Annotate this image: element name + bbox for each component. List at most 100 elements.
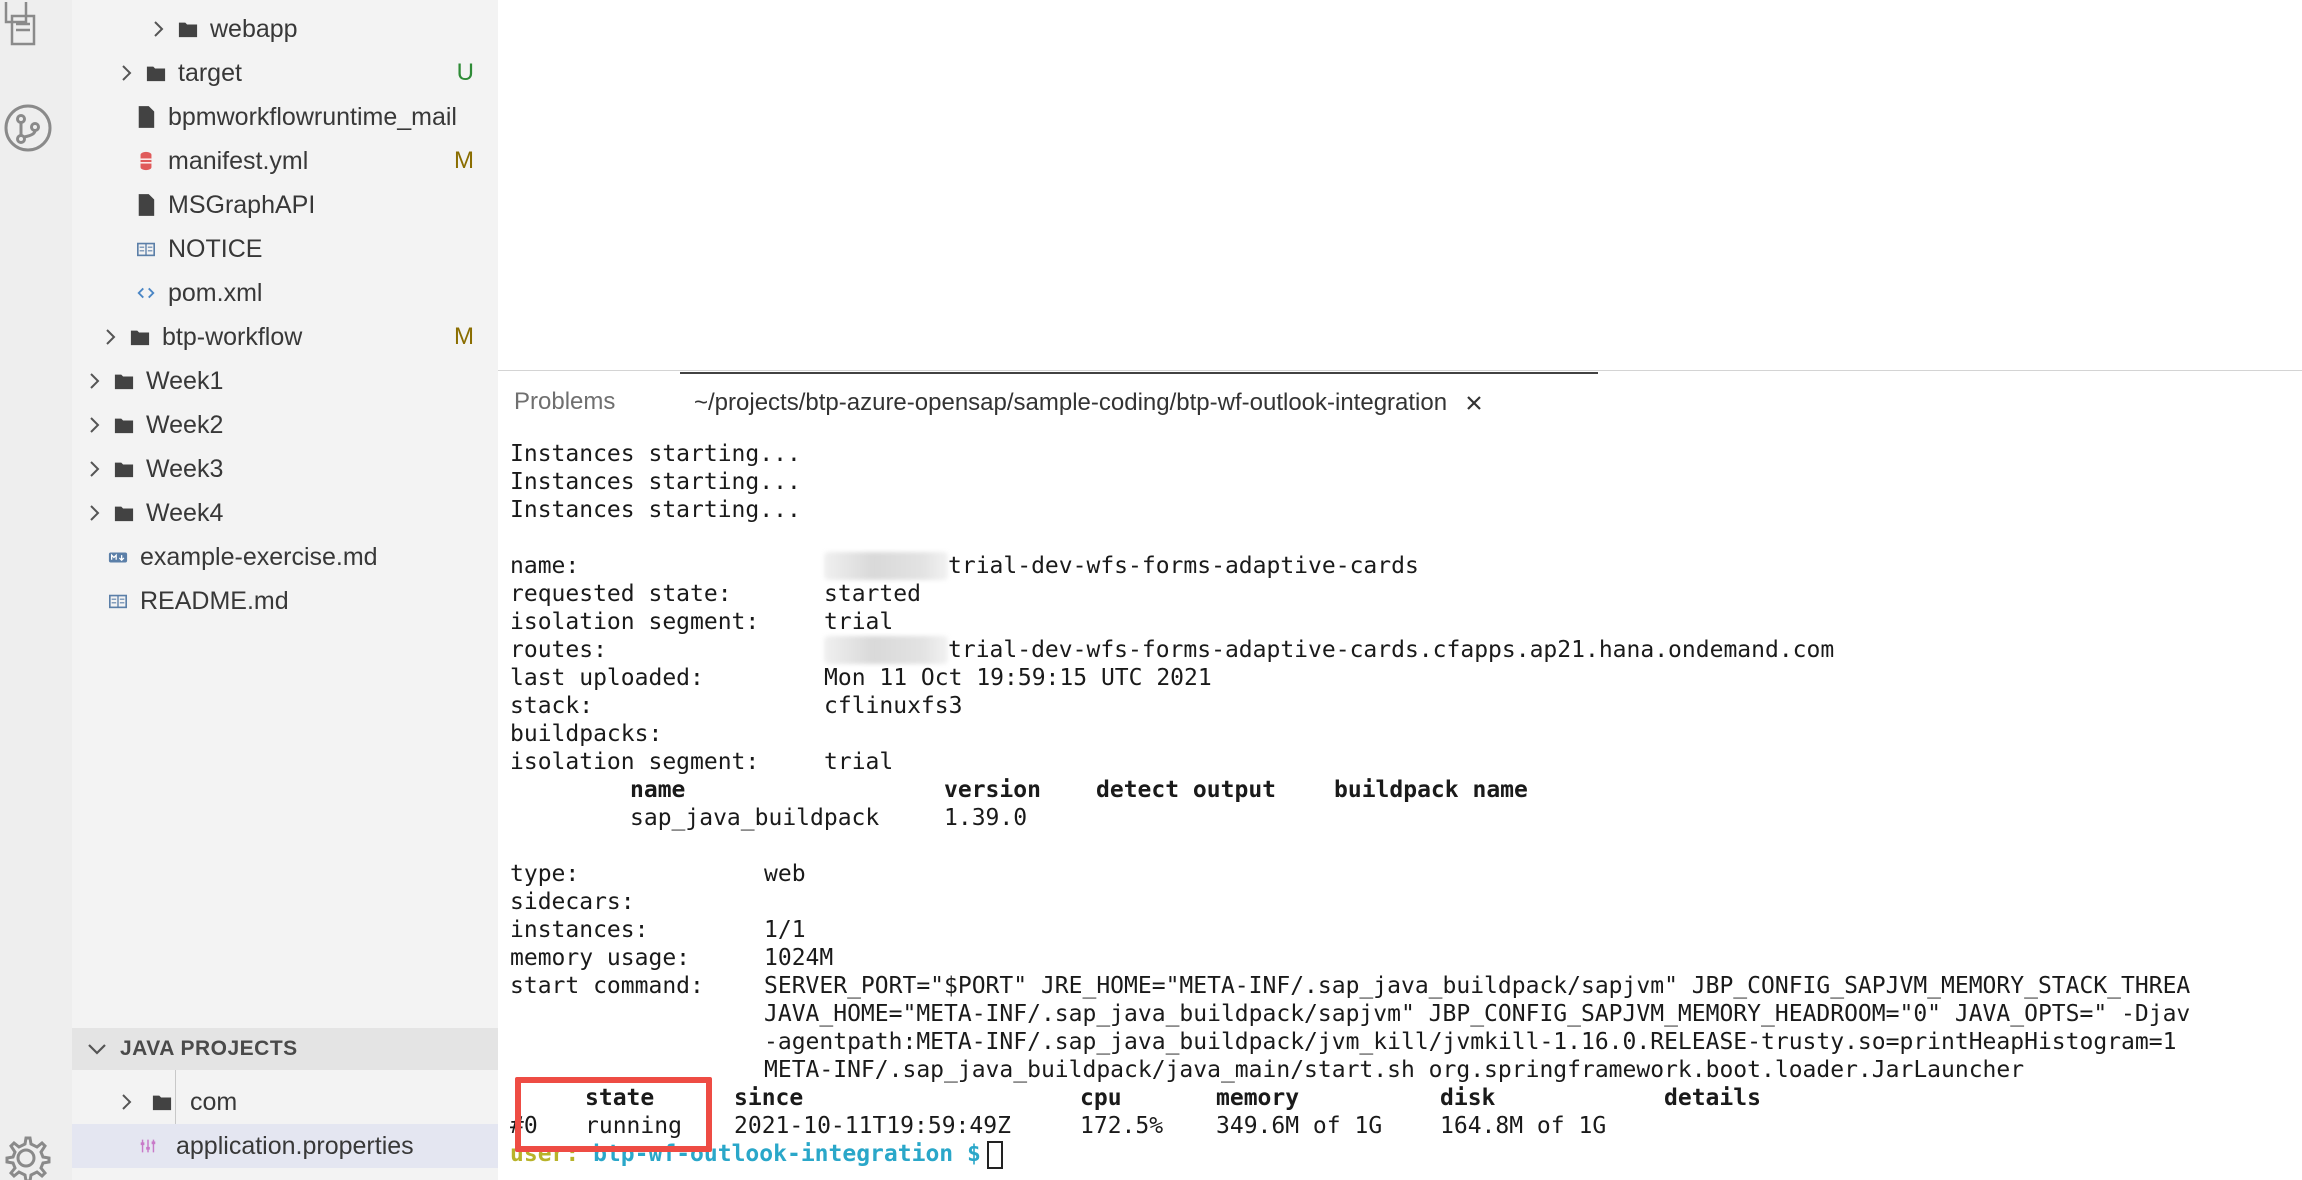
chevron-right-icon — [86, 460, 104, 478]
panel-tabs: Problems ~/projects/btp-azure-opensap/sa… — [498, 372, 2302, 432]
tree-item-application-properties[interactable]: application.properties — [72, 1124, 498, 1168]
tree-item-label: btp-workflow — [162, 322, 303, 351]
tree-item-label: bpmworkflowruntime_mail — [168, 102, 457, 131]
tree-item-label: Week1 — [146, 366, 224, 395]
tree-item-manifest-yml[interactable]: manifest.yml M — [72, 139, 498, 183]
terminal-label: isolation segment: — [510, 609, 760, 635]
terminal-value: trial — [824, 749, 894, 775]
book-icon — [136, 236, 156, 262]
chevron-down-icon — [86, 1038, 108, 1060]
buildpack-col-version: version — [944, 777, 1041, 803]
terminal-value: -agentpath:META-INF/.sap_java_buildpack/… — [764, 1029, 2177, 1055]
instance-col-disk: disk — [1440, 1085, 1496, 1111]
tree-item-label: manifest.yml — [168, 146, 309, 175]
tab-terminal-label: ~/projects/btp-azure-opensap/sample-codi… — [694, 389, 1448, 416]
chevron-right-icon — [118, 1093, 136, 1111]
terminal-line: Instances starting... — [510, 469, 801, 495]
activity-bar — [0, 0, 72, 1180]
tree-item-label: NOTICE — [168, 234, 263, 263]
tree-item-btp-workflow[interactable]: btp-workflow M — [72, 315, 498, 359]
folder-icon — [114, 456, 134, 482]
terminal-value: cflinuxfs3 — [824, 693, 963, 719]
tree-item-notice[interactable]: NOTICE — [72, 227, 498, 271]
buildpack-version: 1.39.0 — [944, 805, 1028, 831]
gear-icon[interactable] — [0, 1128, 60, 1180]
chevron-right-icon — [86, 504, 104, 522]
chevron-right-icon — [86, 372, 104, 390]
tree-item-label: pom.xml — [168, 278, 263, 307]
terminal-value: trial-dev-wfs-forms-adaptive-cards — [948, 553, 1419, 579]
instance-col-cpu: cpu — [1080, 1085, 1122, 1111]
file-icon — [136, 192, 156, 218]
chevron-right-icon — [102, 328, 120, 346]
tree-item-label: application.properties — [176, 1131, 414, 1160]
tab-terminal[interactable]: ~/projects/btp-azure-opensap/sample-codi… — [680, 372, 1598, 432]
chevron-right-icon — [118, 64, 136, 82]
git-status-badge: M — [454, 323, 474, 350]
buildpack-col-bpname: buildpack name — [1334, 777, 1528, 803]
terminal-value: META-INF/.sap_java_buildpack/java_main/s… — [764, 1057, 2025, 1083]
instance-since: 2021-10-11T19:59:49Z — [734, 1113, 1011, 1139]
chevron-right-icon — [86, 416, 104, 434]
terminal-label: buildpacks: — [510, 721, 663, 747]
terminal-label: requested state: — [510, 581, 732, 607]
terminal-value: 1024M — [764, 945, 834, 971]
terminal-label: type: — [510, 861, 580, 887]
terminal-label: isolation segment: — [510, 749, 760, 775]
tab-problems[interactable]: Problems — [514, 388, 615, 416]
terminal-value: JAVA_HOME="META-INF/.sap_java_buildpack/… — [764, 1001, 2191, 1027]
buildpack-name: sap_java_buildpack — [630, 805, 880, 831]
tree-item-readme-md[interactable]: README.md — [72, 579, 498, 623]
chevron-right-icon — [150, 20, 168, 38]
tree-item-label: target — [178, 58, 242, 87]
tree-item-week4[interactable]: Week4 — [72, 491, 498, 535]
folder-icon — [178, 16, 198, 42]
git-status-badge: U — [456, 59, 474, 86]
terminal-output[interactable]: Instances starting... Instances starting… — [510, 440, 2302, 1180]
terminal-label: last uploaded: — [510, 665, 704, 691]
folder-icon — [146, 60, 166, 86]
tree-item-label: Week4 — [146, 498, 224, 527]
instance-cpu: 172.5% — [1080, 1113, 1164, 1139]
state-highlight-box — [515, 1077, 712, 1152]
terminal-value: 1/1 — [764, 917, 806, 943]
tree-item-com[interactable]: com — [72, 1080, 498, 1124]
prompt-symbol: $ — [967, 1141, 981, 1167]
tree-item-label: example-exercise.md — [140, 542, 378, 571]
tree-item-week2[interactable]: Week2 — [72, 403, 498, 447]
explorer-icon[interactable] — [0, 0, 56, 56]
tree-item-pom-xml[interactable]: pom.xml — [72, 271, 498, 315]
terminal-label: memory usage: — [510, 945, 691, 971]
instance-col-memory: memory — [1216, 1085, 1300, 1111]
tree-item-week3[interactable]: Week3 — [72, 447, 498, 491]
tree-item-msgraphapi[interactable]: MSGraphAPI — [72, 183, 498, 227]
tree-item-label: README.md — [140, 586, 289, 615]
panel-border — [498, 370, 2302, 371]
close-icon[interactable] — [1463, 392, 1485, 414]
instance-col-since: since — [734, 1085, 804, 1111]
tree-item-example-exercise-md[interactable]: example-exercise.md — [72, 535, 498, 579]
tree-item-bpmworkflowruntime-mail[interactable]: bpmworkflowruntime_mail — [72, 95, 498, 139]
tree-item-label: webapp — [210, 14, 298, 43]
source-control-icon[interactable] — [0, 100, 56, 156]
terminal-label: start command: — [510, 973, 704, 999]
terminal-line: Instances starting... — [510, 441, 801, 467]
explorer-sidebar: webapp target U bpmworkflowruntime_mail … — [72, 0, 498, 1180]
section-title: JAVA PROJECTS — [120, 1037, 298, 1060]
book-icon — [108, 588, 128, 614]
folder-icon — [114, 500, 134, 526]
terminal-value: Mon 11 Oct 19:59:15 UTC 2021 — [824, 665, 1212, 691]
java-projects-header[interactable]: JAVA PROJECTS — [72, 1028, 498, 1070]
redacted-prefix — [824, 636, 948, 664]
buildpack-col-name: name — [630, 777, 686, 803]
tree-item-week1[interactable]: Week1 — [72, 359, 498, 403]
markdown-icon — [108, 544, 128, 570]
terminal-value: web — [764, 861, 806, 887]
tree-item-webapp[interactable]: webapp — [72, 7, 498, 51]
tree-item-label: Week3 — [146, 454, 224, 483]
tree-item-label: com — [190, 1087, 238, 1116]
terminal-line: Instances starting... — [510, 497, 801, 523]
xml-code-icon — [136, 280, 156, 306]
tree-item-target[interactable]: target U — [72, 51, 498, 95]
terminal-value: trial-dev-wfs-forms-adaptive-cards.cfapp… — [948, 637, 1835, 663]
